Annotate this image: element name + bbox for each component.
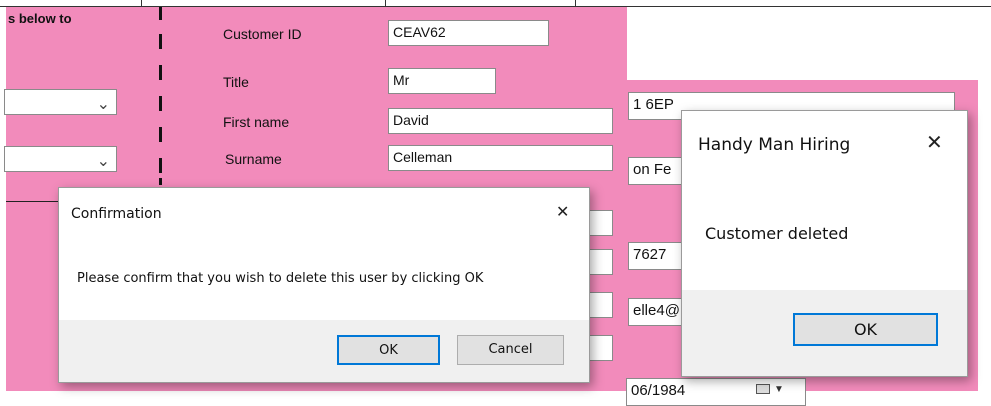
close-icon[interactable]: ✕ — [926, 130, 943, 154]
cancel-button[interactable]: Cancel — [457, 335, 564, 365]
dashed-separator — [159, 178, 162, 185]
ok-button[interactable]: OK — [793, 313, 938, 346]
surname-field[interactable]: Celleman — [388, 145, 613, 171]
dashed-separator — [159, 127, 162, 142]
first-name-field[interactable]: David — [388, 108, 613, 134]
email-field[interactable]: elle4@ — [628, 298, 688, 326]
chevron-down-icon[interactable]: ⌄ — [97, 151, 110, 171]
confirmation-dialog: Confirmation ✕ Please confirm that you w… — [58, 187, 590, 383]
table-col-divider — [575, 0, 576, 7]
dashed-separator — [159, 65, 162, 80]
info-dialog: Handy Man Hiring ✕ Customer deleted OK — [681, 110, 968, 377]
combo-box-1[interactable]: ⌄ — [4, 89, 117, 115]
ok-button[interactable]: OK — [337, 335, 440, 365]
customer-id-label: Customer ID — [223, 26, 302, 42]
first-name-label: First name — [223, 114, 290, 130]
dashed-separator — [159, 7, 162, 20]
combo-box-2[interactable]: ⌄ — [4, 146, 117, 172]
phone-field[interactable]: 7627 — [628, 242, 688, 270]
dashed-separator — [159, 34, 162, 49]
street-field[interactable]: on Fe — [628, 157, 688, 185]
dialog-footer: OK — [682, 290, 967, 376]
dialog-message: Customer deleted — [705, 224, 849, 243]
calendar-icon[interactable] — [756, 384, 770, 394]
table-col-divider — [385, 0, 386, 7]
dashed-separator — [159, 158, 162, 173]
chevron-down-icon[interactable]: ⌄ — [97, 94, 110, 114]
section-heading: s below to — [8, 11, 72, 26]
close-icon[interactable]: ✕ — [556, 202, 569, 221]
dialog-footer: OK Cancel — [59, 320, 589, 382]
surname-label: Surname — [225, 151, 282, 167]
title-field[interactable]: Mr — [388, 68, 496, 94]
customer-id-field[interactable]: CEAV62 — [388, 20, 549, 46]
table-col-divider — [141, 0, 142, 7]
dialog-message: Please confirm that you wish to delete t… — [77, 271, 484, 286]
chevron-down-icon[interactable]: ▼ — [774, 384, 784, 395]
dialog-title: Confirmation — [71, 206, 162, 222]
dashed-separator — [159, 96, 162, 111]
title-label: Title — [223, 74, 249, 90]
dialog-title: Handy Man Hiring — [698, 135, 851, 155]
